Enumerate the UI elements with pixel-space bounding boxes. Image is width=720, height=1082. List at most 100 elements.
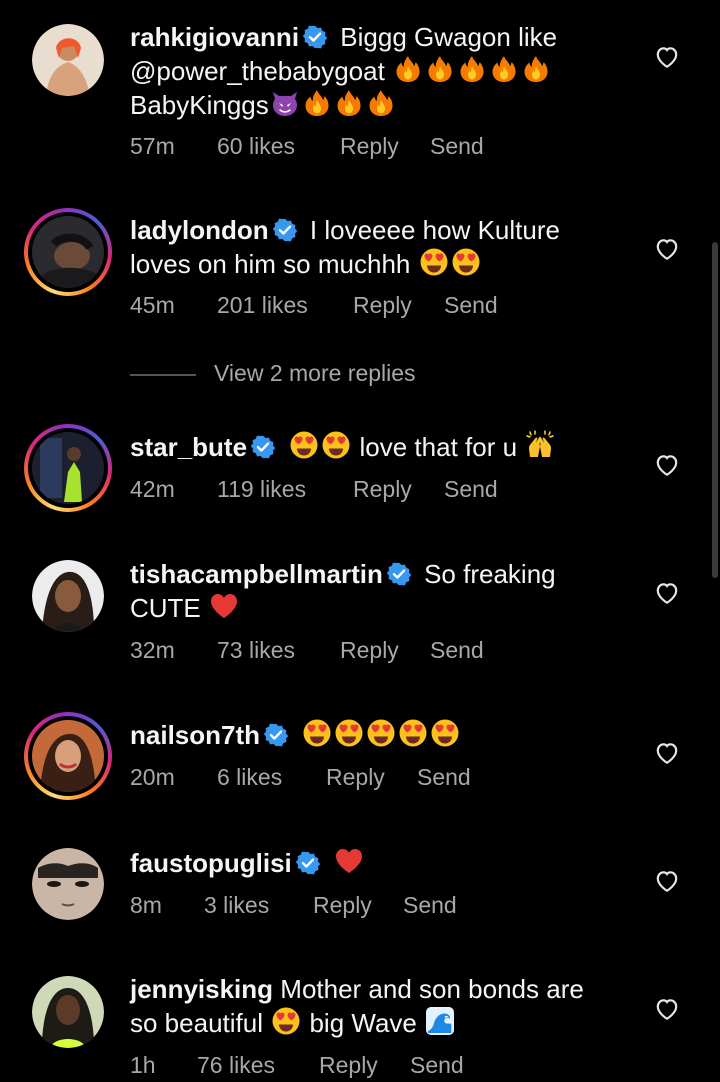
comment-text: tishacampbellmartin So freaking CUTE — [130, 558, 630, 625]
heart-eyes-emoji — [334, 718, 364, 748]
likes-count[interactable]: 201 likes — [217, 292, 308, 319]
timestamp: 42m — [130, 476, 175, 502]
comment-text: star_bute love that for u — [130, 430, 630, 464]
verified-badge-icon — [264, 723, 288, 747]
fire-emoji — [302, 88, 332, 118]
comment-body: CUTE — [130, 593, 201, 623]
reply-button[interactable]: Reply — [319, 1052, 378, 1079]
avatar[interactable] — [24, 208, 112, 296]
avatar[interactable] — [32, 24, 104, 96]
comment-text: nailson7th — [130, 718, 630, 752]
send-button[interactable]: Send — [430, 637, 484, 664]
comment-text: rahkigiovanni Biggg Gwagon like @power_t… — [130, 21, 630, 122]
fire-emoji — [393, 54, 423, 84]
likes-count[interactable]: 3 likes — [204, 892, 269, 919]
timestamp: 1h — [130, 1052, 156, 1078]
send-button[interactable]: Send — [410, 1052, 464, 1079]
likes-count[interactable]: 73 likes — [217, 637, 295, 664]
username[interactable]: tishacampbellmartin — [130, 559, 383, 589]
username[interactable]: star_bute — [130, 432, 247, 462]
comments-screen: rahkigiovanni Biggg Gwagon like @power_t… — [0, 0, 720, 1082]
avatar[interactable] — [24, 424, 112, 512]
heart-eyes-emoji — [321, 430, 351, 460]
comment-text: faustopuglisi — [130, 846, 630, 880]
smiling-imp-emoji — [270, 88, 300, 118]
heart-eyes-emoji — [430, 718, 460, 748]
fire-emoji — [334, 88, 364, 118]
fire-emoji — [425, 54, 455, 84]
timestamp: 8m — [130, 892, 162, 918]
reply-button[interactable]: Reply — [353, 292, 412, 319]
heart-outline-icon[interactable] — [654, 740, 680, 766]
reply-button[interactable]: Reply — [340, 133, 399, 160]
username[interactable]: jennyisking — [130, 974, 273, 1004]
reply-button[interactable]: Reply — [326, 764, 385, 791]
timestamp: 32m — [130, 637, 175, 663]
username[interactable]: ladylondon — [130, 215, 269, 245]
comment-body: loves on him so muchhh — [130, 249, 411, 279]
likes-count[interactable]: 119 likes — [217, 476, 306, 503]
send-button[interactable]: Send — [417, 764, 471, 791]
send-button[interactable]: Send — [430, 133, 484, 160]
heart-eyes-emoji — [451, 247, 481, 277]
raised-hands-emoji — [525, 430, 555, 460]
comment-body: big Wave — [309, 1008, 417, 1038]
fire-emoji — [457, 54, 487, 84]
heart-eyes-emoji — [302, 718, 332, 748]
mention-link[interactable]: @power_thebabygoat — [130, 56, 385, 86]
heart-outline-icon[interactable] — [654, 868, 680, 894]
comment-body: I loveeee how Kulture — [309, 215, 560, 245]
heart-eyes-emoji — [366, 718, 396, 748]
comment-body: love that for u — [359, 432, 518, 462]
likes-count[interactable]: 60 likes — [217, 133, 295, 160]
heart-eyes-emoji — [289, 430, 319, 460]
scrollbar[interactable] — [712, 242, 718, 578]
water-wave-emoji — [425, 1006, 455, 1036]
reply-button[interactable]: Reply — [340, 637, 399, 664]
username[interactable]: rahkigiovanni — [130, 22, 299, 52]
username[interactable]: nailson7th — [130, 720, 260, 750]
heart-eyes-emoji — [398, 718, 428, 748]
timestamp: 45m — [130, 292, 175, 318]
timestamp: 20m — [130, 764, 175, 790]
red-heart-emoji — [209, 591, 239, 621]
likes-count[interactable]: 6 likes — [217, 764, 282, 791]
heart-outline-icon[interactable] — [654, 996, 680, 1022]
comment-body: so beautiful — [130, 1008, 263, 1038]
heart-outline-icon[interactable] — [654, 580, 680, 606]
fire-emoji — [521, 54, 551, 84]
send-button[interactable]: Send — [403, 892, 457, 919]
reply-button[interactable]: Reply — [353, 476, 412, 503]
likes-count[interactable]: 76 likes — [197, 1052, 275, 1079]
heart-eyes-emoji — [419, 247, 449, 277]
avatar[interactable] — [24, 712, 112, 800]
send-button[interactable]: Send — [444, 476, 498, 503]
view-more-replies-label[interactable]: View 2 more replies — [214, 360, 416, 387]
comment-text: ladylondon I loveeee how Kulture loves o… — [130, 214, 630, 281]
avatar[interactable] — [32, 560, 104, 632]
verified-badge-icon — [387, 562, 411, 586]
fire-emoji — [489, 54, 519, 84]
timestamp: 57m — [130, 133, 175, 159]
comment-text: jennyisking Mother and son bonds are so … — [130, 973, 630, 1040]
verified-badge-icon — [296, 851, 320, 875]
heart-outline-icon[interactable] — [654, 452, 680, 478]
comment-body: BabyKinggs — [130, 90, 269, 120]
verified-badge-icon — [251, 435, 275, 459]
verified-badge-icon — [303, 25, 327, 49]
verified-badge-icon — [273, 218, 297, 242]
divider — [130, 374, 196, 376]
red-heart-emoji — [334, 846, 364, 876]
send-button[interactable]: Send — [444, 292, 498, 319]
avatar[interactable] — [32, 976, 104, 1048]
heart-outline-icon[interactable] — [654, 44, 680, 70]
heart-eyes-emoji — [271, 1006, 301, 1036]
comment-body: So freaking — [424, 559, 556, 589]
comment-body: Biggg Gwagon like — [340, 22, 558, 52]
fire-emoji — [366, 88, 396, 118]
heart-outline-icon[interactable] — [654, 236, 680, 262]
username[interactable]: faustopuglisi — [130, 848, 292, 878]
avatar[interactable] — [32, 848, 104, 920]
reply-button[interactable]: Reply — [313, 892, 372, 919]
comment-body: Mother and son bonds are — [280, 974, 584, 1004]
